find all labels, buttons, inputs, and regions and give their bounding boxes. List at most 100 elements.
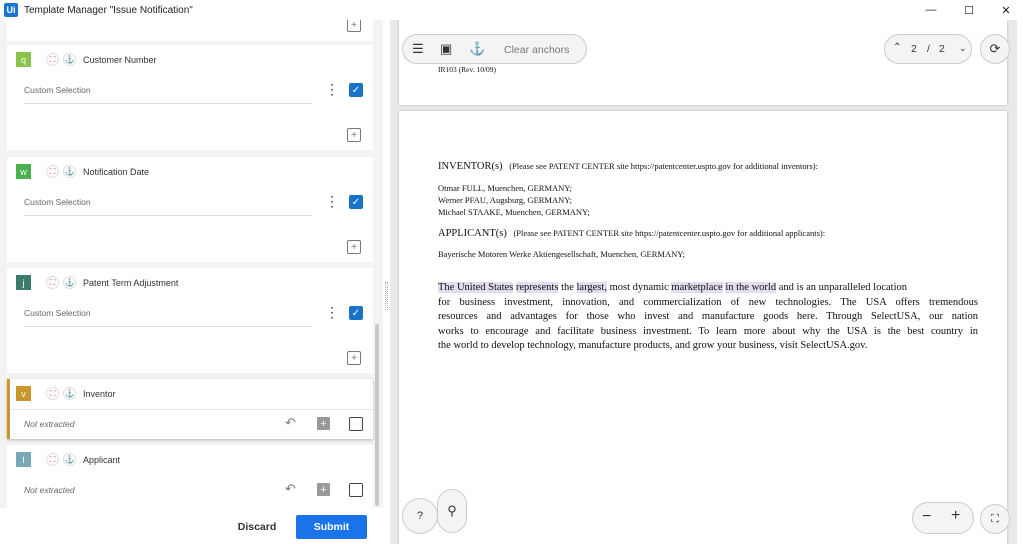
field-card-applicant: l ⛶ ⚓ Applicant Not extracted ↶ + [7,445,373,508]
add-selection-icon[interactable]: + [347,351,361,365]
field-value: Not extracted [24,419,75,429]
field-key-badge: q [16,52,31,67]
applicant-line: Bayerische Motoren Werke Aktiengesellsch… [438,249,685,259]
zoom-in-icon[interactable]: + [951,507,960,525]
target-select-icon[interactable]: ⛶ [46,53,59,66]
more-options-icon[interactable]: ⋮ [325,82,339,96]
field-key-badge: j [16,275,31,290]
field-checkbox[interactable]: ✓ [349,306,363,320]
next-page-icon[interactable]: ⌄ [959,43,967,54]
field-card-header[interactable]: v ⛶ ⚓ Inventor [10,379,376,407]
paragraph-line: for business investment, innovation, and… [438,296,978,308]
field-key-badge: l [16,452,31,467]
inventor-line: Otmar FULL, Muenchen, GERMANY; [438,183,573,193]
anchor-icon[interactable]: ⚓ [63,53,76,66]
undo-icon[interactable]: ↶ [285,415,296,431]
more-options-icon[interactable]: ⋮ [325,305,339,319]
target-select-icon[interactable]: ⛶ [46,276,59,289]
inventor-line: Michael STAAKE, Muenchen, GERMANY; [438,207,590,217]
anchor-icon[interactable]: ⚓ [63,165,76,178]
field-list-panel[interactable]: + q ⛶ ⚓ Customer Number Custom Selection… [0,20,383,508]
field-underline [24,215,312,216]
image-icon[interactable]: ▣ [440,41,452,57]
target-select-icon[interactable]: ⛶ [46,453,59,466]
field-underline [24,103,312,104]
scrollbar[interactable] [375,324,379,506]
field-key-badge: v [16,386,31,401]
field-card-notification-date: w ⛶ ⚓ Notification Date Custom Selection… [7,157,373,262]
rotate-icon[interactable]: ⟳ [980,34,1010,64]
splitter-grip-icon[interactable] [385,282,388,310]
uipath-logo: Ui [4,3,18,17]
inventor-section: INVENTOR(s) (Please see PATENT CENTER si… [438,161,818,172]
more-options-icon[interactable]: ⋮ [325,194,339,208]
add-selection-icon[interactable]: + [347,128,361,142]
pane-splitter[interactable] [383,20,390,544]
inventor-heading: INVENTOR(s) [438,161,503,172]
current-page[interactable]: 2 [911,43,917,55]
zoom-controls: − + [912,502,974,534]
field-name: Notification Date [83,167,150,177]
document-page-2: INVENTOR(s) (Please see PATENT CENTER si… [399,111,1007,544]
prev-page-icon[interactable]: ⌃ [893,42,901,53]
field-value: Custom Selection [24,197,91,207]
anchor-icon[interactable]: ⚓ [63,453,76,466]
field-name: Patent Term Adjustment [83,278,179,288]
field-card-inventor: v ⛶ ⚓ Inventor Not extracted ↶ + [7,379,373,439]
applicant-note: (Please see PATENT CENTER site https://p… [513,228,826,238]
field-card-header[interactable]: l ⛶ ⚓ Applicant [7,445,373,473]
field-value: Custom Selection [24,85,91,95]
document-viewer[interactable]: IR103 (Rev. 10/09) INVENTOR(s) (Please s… [390,20,1017,544]
page-navigator: ⌃ 2 / 2 ⌄ [884,34,972,64]
clear-anchors-button[interactable]: Clear anchors [504,44,569,56]
submit-button[interactable]: Submit [296,515,367,539]
anchor-icon[interactable]: ⚓ [63,387,76,400]
paragraph-line: the world to develop technology, manufac… [438,340,868,351]
search-icon[interactable]: ⚲ [437,489,467,533]
add-selection-icon[interactable]: + [347,240,361,254]
inventor-note: (Please see PATENT CENTER site https://p… [509,161,818,171]
add-selection-icon[interactable]: + [347,20,361,32]
anchor-icon[interactable]: ⚓ [469,41,485,57]
paragraph-line: resources and advantages for those who i… [438,311,978,322]
zoom-out-icon[interactable]: − [922,508,931,526]
anchor-icon[interactable]: ⚓ [63,276,76,289]
field-name: Applicant [83,455,121,465]
page-footer-text: IR103 (Rev. 10/09) [438,65,497,74]
minimize-button[interactable]: — [914,0,948,20]
field-card-header[interactable]: w ⛶ ⚓ Notification Date [7,157,373,185]
inventor-line: Werner PFAU, Augsburg, GERMANY; [438,195,572,205]
paragraph-line: The United States represents the largest… [438,282,908,293]
close-button[interactable]: ✕ [989,0,1023,20]
undo-icon[interactable]: ↶ [285,481,296,497]
discard-button[interactable]: Discard [226,516,288,538]
field-checkbox[interactable] [349,417,363,431]
field-card-customer-number: q ⛶ ⚓ Customer Number Custom Selection ⋮… [7,45,373,150]
window-titlebar: Ui Template Manager "Issue Notification" [0,0,1023,20]
page-separator: / [927,43,930,55]
field-card-header[interactable]: j ⛶ ⚓ Patent Term Adjustment [7,268,373,296]
divider [10,409,373,410]
add-value-icon[interactable]: + [317,417,330,430]
add-value-icon[interactable]: + [317,483,330,496]
maximize-button[interactable]: ☐ [952,0,986,20]
field-checkbox[interactable] [349,483,363,497]
paragraph-line: works to encourage and facilitate busine… [438,325,978,337]
menu-icon[interactable]: ☰ [412,41,424,57]
field-name: Customer Number [83,55,157,65]
total-pages: 2 [939,43,945,55]
field-checkbox[interactable]: ✓ [349,83,363,97]
field-name: Inventor [83,389,116,399]
field-value: Custom Selection [24,308,91,318]
help-button[interactable]: ? [402,498,438,534]
applicant-heading: APPLICANT(s) [438,228,507,239]
target-select-icon[interactable]: ⛶ [46,165,59,178]
fullscreen-icon[interactable]: ⛶ [980,504,1010,534]
field-checkbox[interactable]: ✓ [349,195,363,209]
window-title: Template Manager "Issue Notification" [24,4,193,16]
field-card-header[interactable]: q ⛶ ⚓ Customer Number [7,45,373,73]
field-underline [24,326,312,327]
target-select-icon[interactable]: ⛶ [46,387,59,400]
footer: Discard Submit [0,508,383,544]
selectusa-paragraph: The United States represents the largest… [438,281,978,354]
